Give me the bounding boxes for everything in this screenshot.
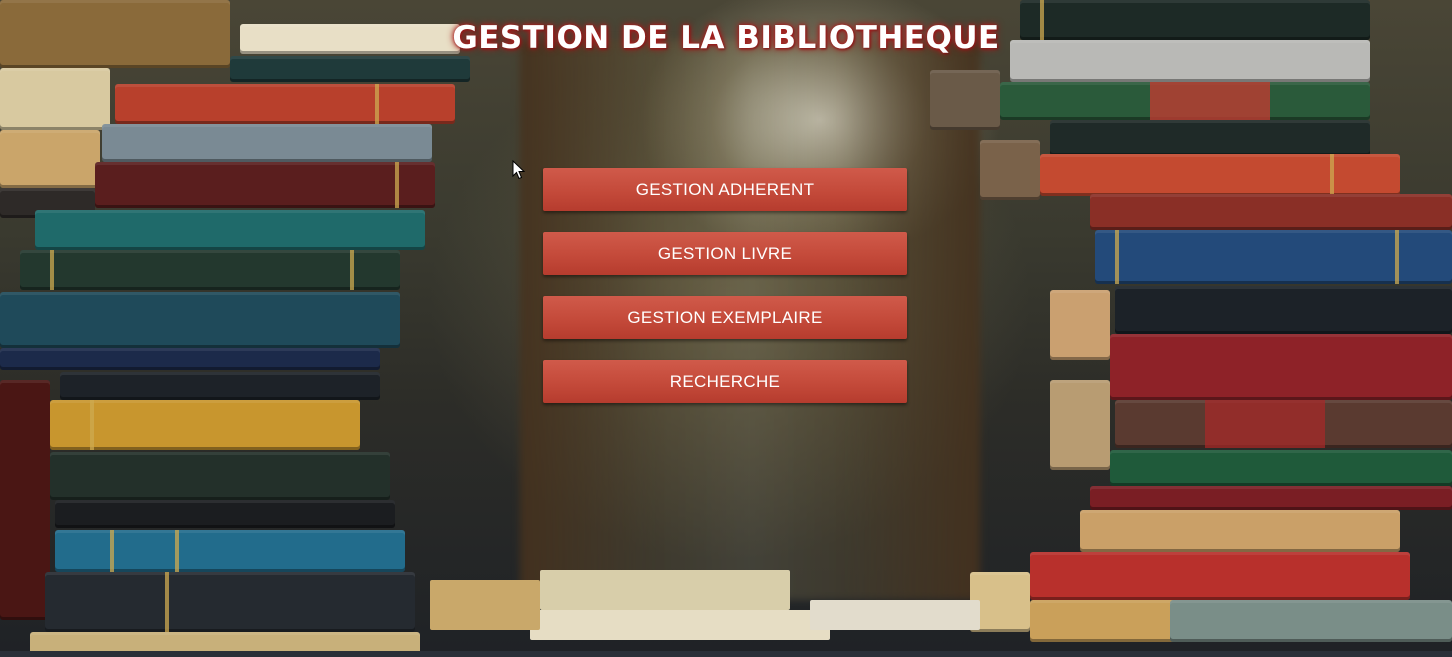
mouse-cursor-icon — [512, 160, 526, 180]
right-book-stack — [930, 0, 1452, 657]
gestion-exemplaire-button[interactable]: GESTION EXEMPLAIRE — [543, 296, 907, 339]
window-bottom-border — [0, 651, 1452, 657]
main-window: GESTION DE LA BIBLIOTHEQUE GESTION ADHER… — [0, 0, 1452, 657]
recherche-button[interactable]: RECHERCHE — [543, 360, 907, 403]
gestion-livre-button[interactable]: GESTION LIVRE — [543, 232, 907, 275]
page-title: GESTION DE LA BIBLIOTHEQUE — [452, 20, 1000, 56]
floor-books — [430, 560, 1030, 657]
main-menu: GESTION ADHERENT GESTION LIVRE GESTION E… — [543, 168, 907, 424]
gestion-adherent-button[interactable]: GESTION ADHERENT — [543, 168, 907, 211]
left-book-stack — [0, 0, 520, 657]
